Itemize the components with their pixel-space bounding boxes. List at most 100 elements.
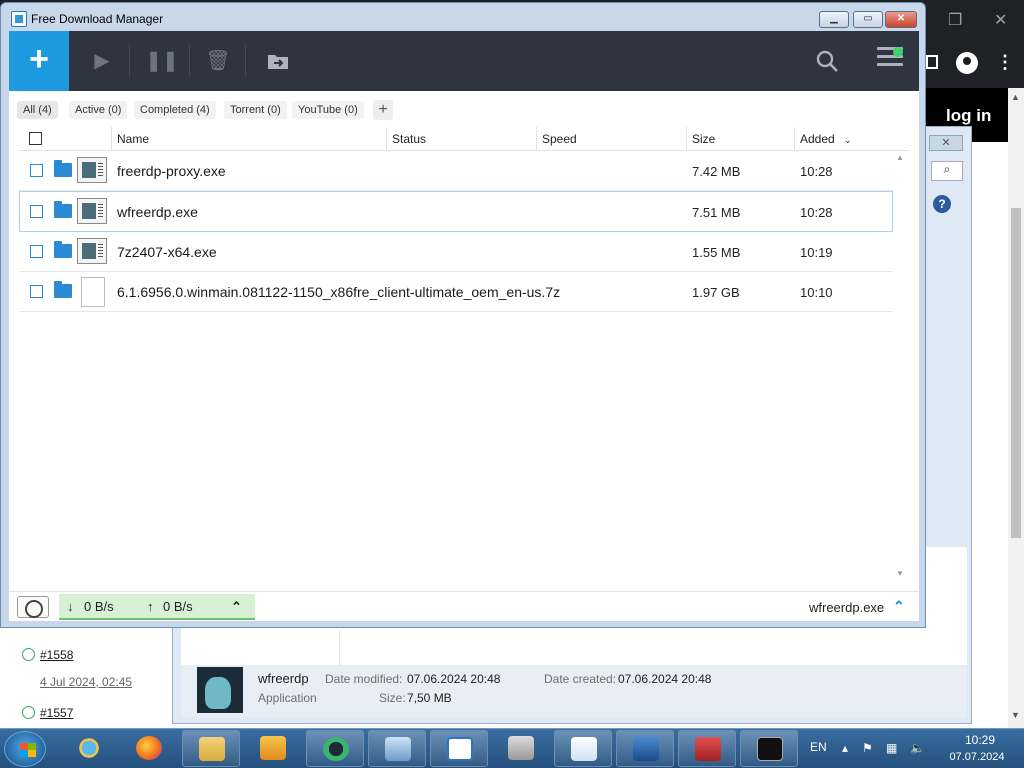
exe-file-icon (77, 157, 107, 183)
divider (794, 127, 795, 151)
toolbox-icon (695, 737, 721, 761)
scroll-thumb[interactable] (1011, 208, 1021, 538)
clock-date[interactable]: 07.07.2024 (940, 751, 1014, 763)
scroll-up-icon[interactable]: ▲ (896, 153, 904, 162)
delete-icon[interactable]: 🗑 (201, 45, 235, 77)
scroll-up-icon[interactable]: ▲ (1011, 92, 1020, 102)
current-file[interactable]: wfreerdp.exe (809, 600, 884, 615)
tab-torrent[interactable]: Torrent (0) (224, 101, 287, 119)
minimize-button[interactable]: ▁ (819, 11, 849, 28)
tray-expand-icon[interactable]: ▴ (842, 741, 848, 755)
list-scrollbar[interactable]: ▲ ▼ (893, 151, 909, 581)
table-row[interactable]: 7z2407-x64.exe 1.55 MB 10:19 (19, 232, 893, 272)
history-id[interactable]: #1557 (40, 706, 73, 720)
file-added: 10:28 (800, 205, 833, 220)
close-icon[interactable]: ✕ (929, 135, 963, 151)
tab-youtube[interactable]: YouTube (0) (292, 101, 364, 119)
file-name: wfreerdp.exe (117, 204, 198, 220)
divider (111, 127, 112, 151)
restore-icon[interactable]: ❐ (948, 10, 962, 30)
upload-arrow-icon: ↑ (147, 599, 154, 614)
main-toolbar: + ▶ ❚❚ 🗑 (9, 31, 919, 91)
history-list: #1558 4 Jul 2024, 02:45 #1557 (0, 628, 172, 728)
taskbar-toolbox[interactable] (678, 730, 736, 767)
account-icon[interactable] (956, 52, 978, 74)
exe-file-icon (77, 238, 107, 264)
tab-icon[interactable] (926, 55, 938, 69)
browser-scrollbar[interactable]: ▲ ▼ (1008, 88, 1024, 728)
folder-icon[interactable] (54, 241, 72, 258)
taskbar-cmd[interactable] (740, 730, 798, 767)
file-size: 1.97 GB (692, 285, 740, 300)
search-icon[interactable]: ⌕ (931, 161, 963, 181)
history-item[interactable]: #1558 (22, 648, 73, 662)
upload-speed: 0 B/s (163, 599, 193, 614)
flag-icon[interactable]: ⚑ (862, 741, 873, 755)
help-icon[interactable]: ? (933, 195, 951, 213)
history-item[interactable]: #1557 (22, 706, 73, 720)
chevron-up-icon[interactable]: ⌃ (893, 598, 905, 615)
network-tray-icon[interactable]: ▦ (886, 741, 897, 755)
speed-mode-icon[interactable] (17, 596, 49, 618)
row-checkbox[interactable] (30, 164, 43, 177)
close-button[interactable]: ✕ (885, 11, 917, 28)
tab-all[interactable]: All (4) (17, 101, 58, 119)
row-checkbox[interactable] (30, 285, 43, 298)
tab-completed[interactable]: Completed (4) (134, 101, 216, 119)
table-row[interactable]: wfreerdp.exe 7.51 MB 10:28 (19, 191, 893, 232)
created-value: 07.06.2024 20:48 (618, 672, 712, 686)
taskbar-network[interactable] (616, 730, 674, 767)
divider (189, 45, 190, 77)
taskbar-fdm[interactable] (430, 730, 488, 767)
pause-icon[interactable]: ❚❚ (145, 45, 179, 77)
chevron-up-icon[interactable]: ⌃ (231, 599, 242, 615)
language-indicator[interactable]: EN (810, 740, 827, 754)
volume-muted-icon[interactable]: 🔈 (910, 741, 925, 755)
column-size[interactable]: Size (692, 132, 715, 146)
add-download-button[interactable]: + (9, 31, 69, 91)
search-icon[interactable] (815, 49, 839, 73)
close-icon[interactable]: ✕ (994, 10, 1007, 30)
column-status[interactable]: Status (392, 132, 426, 146)
column-name[interactable]: Name (117, 132, 149, 146)
maximize-button[interactable]: ▭ (853, 11, 883, 28)
installer-icon (508, 736, 534, 760)
taskbar-installer[interactable] (492, 730, 550, 767)
document-icon (571, 737, 597, 761)
row-checkbox[interactable] (30, 245, 43, 258)
speed-indicator[interactable]: ↓ 0 B/s ↑ 0 B/s ⌃ (59, 594, 255, 620)
play-icon[interactable]: ▶ (85, 45, 119, 77)
tab-active[interactable]: Active (0) (69, 101, 128, 119)
divider (129, 45, 130, 77)
taskbar-fdm-remote[interactable] (306, 730, 364, 767)
status-bar: ↓ 0 B/s ↑ 0 B/s ⌃ wfreerdp.exe ⌃ (9, 591, 919, 621)
file-size: 1.55 MB (692, 245, 741, 260)
file-name: freerdp-proxy.exe (117, 163, 226, 179)
select-all-checkbox[interactable] (29, 132, 42, 145)
taskbar-firefox[interactable] (120, 730, 178, 767)
taskbar-media[interactable] (244, 730, 302, 767)
table-row[interactable]: freerdp-proxy.exe 7.42 MB 10:28 (19, 151, 893, 191)
taskbar-notepad[interactable] (554, 730, 612, 767)
clock-time[interactable]: 10:29 (950, 733, 1010, 747)
taskbar-explorer[interactable] (182, 730, 240, 767)
taskbar-ie[interactable] (60, 730, 118, 767)
row-checkbox[interactable] (30, 205, 43, 218)
login-link[interactable]: log in (946, 106, 991, 126)
column-speed[interactable]: Speed (542, 132, 577, 146)
folder-icon[interactable] (54, 281, 72, 298)
scroll-down-icon[interactable]: ▼ (1011, 710, 1020, 720)
taskbar-control-panel[interactable] (368, 730, 426, 767)
more-menu-icon[interactable]: ⋮ (996, 52, 1014, 73)
terminal-icon (757, 737, 783, 761)
folder-icon[interactable] (54, 160, 72, 177)
scroll-down-icon[interactable]: ▼ (896, 569, 904, 578)
add-tab-button[interactable]: + (373, 100, 393, 120)
history-date: 4 Jul 2024, 02:45 (40, 675, 133, 689)
move-folder-icon[interactable] (261, 45, 295, 77)
start-button[interactable] (4, 731, 46, 767)
history-id[interactable]: #1558 (40, 648, 73, 662)
table-row[interactable]: 6.1.6956.0.winmain.081122-1150_x86fre_cl… (19, 272, 893, 312)
column-added[interactable]: Added (800, 132, 835, 146)
folder-icon[interactable] (54, 201, 72, 218)
